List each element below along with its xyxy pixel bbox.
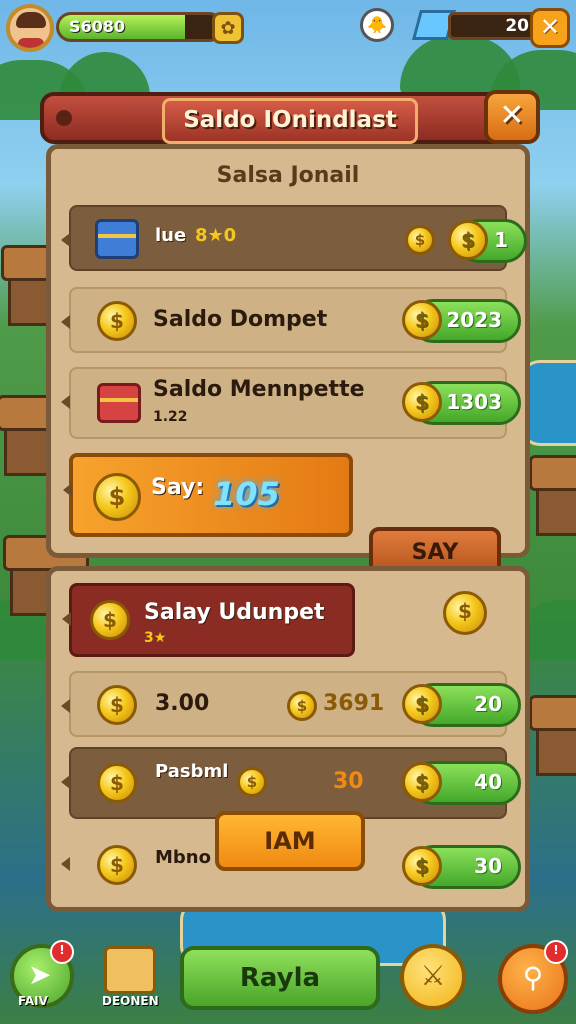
- box-label: DEONEN: [102, 994, 159, 1008]
- row-value: 30: [474, 854, 502, 878]
- row-value: 40: [474, 770, 502, 794]
- row-label: Salay Udunpet: [144, 600, 325, 625]
- coin-icon: $: [402, 684, 442, 724]
- coin-icon: $: [448, 220, 488, 260]
- chick-icon[interactable]: 🐥: [360, 8, 394, 42]
- notification-badge: !: [50, 940, 74, 964]
- coin-icon: $: [93, 473, 141, 521]
- coin-icon: $: [402, 762, 442, 802]
- value-pill: $ 1303: [402, 381, 521, 425]
- row-value: 20: [474, 692, 502, 716]
- caret-left-icon: [61, 775, 70, 789]
- value-pill: $ 20: [402, 683, 521, 727]
- iam-button[interactable]: IAM: [215, 811, 365, 871]
- row-label: Say:: [151, 475, 205, 500]
- arrow-icon: ➤: [28, 958, 52, 991]
- row-label: Pasbml: [155, 761, 229, 782]
- notification-badge: !: [544, 940, 568, 964]
- top-close-button[interactable]: ✕: [530, 8, 570, 48]
- list-item[interactable]: lue 8★0 $ $ 1: [61, 205, 527, 271]
- coin-icon: $: [405, 225, 435, 255]
- xp-text: S6080: [69, 17, 126, 36]
- home-label: FAIV: [18, 994, 48, 1008]
- coin-icon: $: [287, 691, 317, 721]
- coin-icon: $: [402, 846, 442, 886]
- value-pill: $ 1: [448, 219, 527, 263]
- main-action-button[interactable]: Rayla: [180, 946, 380, 1010]
- list-item[interactable]: Saldo Mennpette 1.22 $ 1303: [61, 367, 521, 439]
- row-value: 2023: [446, 308, 502, 332]
- coin-icon: $: [97, 845, 137, 885]
- coin-icon: $: [90, 600, 130, 640]
- row-value: 1303: [446, 390, 502, 414]
- coin-icon: $: [97, 685, 137, 725]
- caret-left-icon: [61, 233, 70, 247]
- row-label: Saldo Mennpette: [153, 377, 365, 402]
- player-avatar[interactable]: [6, 4, 54, 52]
- box-icon[interactable]: [104, 946, 156, 994]
- dialog-title: Saldo IOnindlast: [162, 98, 418, 144]
- pin-icon: [56, 110, 72, 126]
- row-mid: 30: [333, 769, 364, 794]
- coin-icon: $: [402, 300, 442, 340]
- caret-left-icon: [61, 395, 70, 409]
- caret-left-icon: [61, 699, 70, 713]
- list-item[interactable]: $ Salay Udunpet 3★: [62, 583, 355, 657]
- gem-count: 20: [448, 12, 540, 40]
- caret-left-icon: [61, 857, 70, 871]
- dialog-close-button[interactable]: ✕: [484, 90, 540, 144]
- row-mid: 3691: [323, 691, 385, 716]
- section-bottom: $ Salay Udunpet 3★ $ $ 3.00 $ 3691 $ 20 …: [46, 566, 530, 912]
- value-pill: $ 2023: [402, 299, 521, 343]
- row-label: lue: [155, 225, 187, 246]
- gear-icon[interactable]: ✿: [212, 12, 244, 44]
- currency-hud: 🐥 20 ✕: [360, 4, 570, 50]
- row-label: Mbno: [155, 847, 211, 868]
- value-pill: $ 30: [402, 845, 521, 889]
- coin-icon: $: [97, 301, 137, 341]
- blue-chest-icon: [95, 219, 139, 259]
- player-hud: S6080 ✿: [6, 4, 244, 52]
- section-top: Salsa Jonail lue 8★0 $ $ 1 $ Saldo Dompe…: [46, 144, 530, 579]
- row-label: 3.00: [155, 691, 210, 716]
- highlight-value: 105: [213, 475, 280, 513]
- highlight-row[interactable]: $ Say: 105: [63, 453, 353, 537]
- dialog-header: Saldo IOnindlast: [40, 92, 536, 144]
- value-pill: $ 40: [402, 761, 521, 805]
- coin-icon: $: [97, 763, 137, 803]
- caret-left-icon: [63, 483, 72, 497]
- red-chest-icon: [97, 383, 141, 423]
- list-item[interactable]: $ Saldo Dompet $ 2023: [61, 287, 521, 353]
- list-item[interactable]: $ Pasbml $ 30 $ 40: [61, 747, 521, 819]
- xp-bar: S6080: [56, 12, 224, 42]
- coin-icon: $: [402, 382, 442, 422]
- list-item[interactable]: $ 3.00 $ 3691 $ 20: [61, 671, 521, 737]
- caret-left-icon: [61, 315, 70, 329]
- row-sub: 1.22: [153, 409, 188, 425]
- caret-left-icon: [62, 612, 71, 626]
- row-label: Saldo Dompet: [153, 307, 328, 332]
- row-sub: 8★0: [195, 225, 237, 246]
- saldo-dialog: Salsa Jonail lue 8★0 $ $ 1 $ Saldo Dompe…: [40, 90, 540, 912]
- row-sub: 3★: [144, 630, 167, 646]
- coin-icon: $: [443, 591, 487, 635]
- swords-icon[interactable]: ⚔: [400, 944, 466, 1010]
- dialog-subtitle: Salsa Jonail: [216, 163, 360, 188]
- coin-icon: $: [237, 767, 267, 797]
- row-value: 1: [494, 228, 508, 252]
